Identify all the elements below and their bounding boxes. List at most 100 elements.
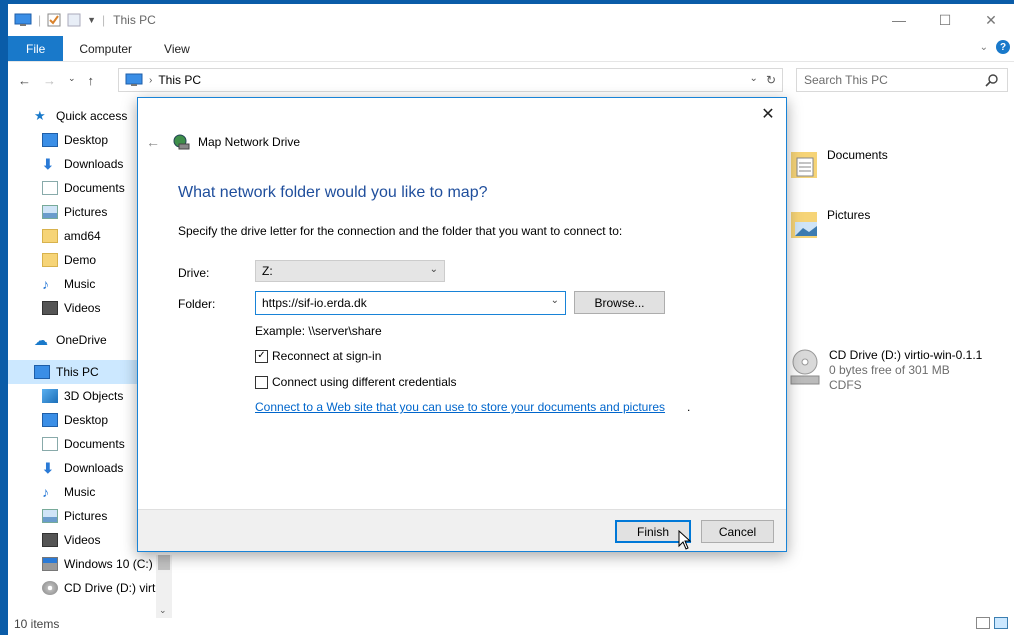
dialog-close-button[interactable]: ✕ — [758, 104, 778, 124]
desktop-icon — [42, 413, 58, 427]
reconnect-label: Reconnect at sign-in — [272, 349, 382, 363]
documents-label: Documents — [827, 148, 888, 162]
documents-tile[interactable]: Documents — [789, 148, 888, 180]
checkbox-checked-icon[interactable]: ✓ — [255, 349, 268, 363]
pictures-label: Pictures — [827, 208, 871, 222]
cd-drive-icon — [42, 581, 58, 595]
cd-drive-icon — [790, 349, 820, 385]
tab-computer[interactable]: Computer — [63, 36, 148, 61]
computer-icon — [34, 365, 50, 379]
videos-icon — [42, 301, 58, 315]
desktop-icon — [42, 133, 58, 147]
back-icon[interactable]: ← — [18, 73, 31, 88]
refresh-icon[interactable]: ↻ — [766, 73, 776, 87]
folder-input[interactable]: https://sif-io.erda.dk ⌄ — [255, 291, 566, 315]
drive-select[interactable]: Z: ⌄ — [255, 260, 445, 282]
cube-icon — [42, 389, 58, 403]
videos-icon — [42, 533, 58, 547]
forward-icon[interactable]: → — [43, 73, 56, 88]
sidebar-item-label: Demo — [64, 253, 97, 267]
folder-icon — [42, 229, 58, 243]
view-toggles — [976, 617, 1008, 629]
tab-view[interactable]: View — [148, 36, 206, 61]
customize-toolbar-icon[interactable]: ▼ — [87, 15, 96, 25]
sidebar-item-label: Music — [64, 277, 96, 291]
credentials-label: Connect using different credentials — [272, 375, 457, 389]
quick-access-toolbar: | ▼ | — [14, 13, 105, 27]
sidebar-item-label: Videos — [64, 301, 101, 315]
sidebar-item-label: This PC — [56, 365, 99, 379]
search-placeholder: Search This PC — [804, 73, 888, 87]
sidebar-item-label: Pictures — [64, 509, 108, 523]
sidebar-item-cd-drive[interactable]: CD Drive (D:) virt — [8, 576, 172, 600]
pictures-folder-icon — [791, 212, 817, 238]
expand-ribbon-icon[interactable]: ⌄ — [980, 42, 988, 53]
ribbon-right-controls: ⌄ ? — [980, 40, 1010, 54]
window-title: This PC — [113, 13, 156, 27]
maximize-button[interactable]: ☐ — [922, 4, 968, 36]
details-view-icon[interactable] — [976, 617, 990, 629]
search-icon — [985, 74, 998, 87]
cd-drive-info: CD Drive (D:) virtio-win-0.1.1 0 bytes f… — [829, 348, 982, 393]
sidebar-item-label: Downloads — [64, 157, 124, 171]
navigation-buttons: ← → ⌄ ↑ — [18, 73, 126, 88]
large-icons-view-icon[interactable] — [994, 617, 1008, 629]
browse-label: Browse... — [594, 295, 645, 310]
cd-drive-fs: CDFS — [829, 378, 862, 392]
cd-drive-name: CD Drive (D:) virtio-win-0.1.1 — [829, 348, 983, 362]
browse-button[interactable]: Browse... — [574, 291, 665, 314]
dialog-back-icon[interactable]: ← — [146, 134, 166, 150]
pictures-icon — [42, 205, 58, 219]
sidebar-item-label: Windows 10 (C:) — [64, 557, 153, 571]
address-bar[interactable]: › This PC ⌄ ↻ — [118, 68, 783, 92]
sidebar-item-label: Documents — [64, 437, 125, 451]
close-window-button[interactable]: ✕ — [968, 4, 1014, 36]
drive-value: Z: — [262, 264, 273, 278]
cd-drive-free: 0 bytes free of 301 MB — [829, 363, 950, 377]
pictures-icon — [42, 509, 58, 523]
help-icon[interactable]: ? — [996, 40, 1010, 54]
finish-label: Finish — [636, 524, 669, 539]
tab-file[interactable]: File — [8, 36, 64, 61]
up-icon[interactable]: ↑ — [88, 73, 95, 88]
chevron-down-icon: ⌄ — [429, 264, 438, 275]
title-bar: | ▼ | This PC — ☐ ✕ — [8, 4, 1014, 36]
chevron-down-icon[interactable]: ⌄ — [551, 295, 559, 306]
dialog-title: Map Network Drive — [198, 135, 301, 149]
document-icon — [42, 181, 58, 195]
computer-icon — [14, 13, 32, 26]
credentials-checkbox[interactable]: Connect using different credentials — [255, 375, 457, 389]
download-icon: ⬇ — [42, 460, 54, 476]
document-icon — [42, 437, 58, 451]
mouse-cursor-icon — [678, 530, 692, 550]
ribbon-tabs: File Computer View ⌄ ? — [8, 36, 1014, 62]
music-icon: ♪ — [42, 276, 49, 292]
sidebar-item-label: 3D Objects — [64, 389, 124, 403]
minimize-button[interactable]: — — [876, 4, 922, 36]
cancel-button[interactable]: Cancel — [701, 520, 774, 543]
properties-icon[interactable] — [47, 13, 61, 27]
pictures-tile[interactable]: Pictures — [789, 208, 870, 240]
sidebar-item-windows-drive[interactable]: Windows 10 (C:) — [8, 552, 172, 576]
search-input[interactable]: Search This PC — [796, 68, 1008, 92]
window-controls: — ☐ ✕ — [876, 4, 1014, 36]
sidebar-item-label: Videos — [64, 533, 101, 547]
breadcrumb[interactable]: This PC — [158, 73, 201, 87]
scrollbar-thumb[interactable] — [158, 555, 170, 570]
music-icon: ♪ — [42, 484, 49, 500]
reconnect-checkbox[interactable]: ✓ Reconnect at sign-in — [255, 349, 381, 363]
new-folder-icon[interactable] — [67, 13, 81, 27]
address-dropdown-icon[interactable]: ⌄ — [750, 73, 758, 87]
sidebar-scrollbar[interactable]: ⌄ — [156, 555, 172, 618]
checkbox-unchecked-icon[interactable] — [255, 375, 268, 389]
folder-label: Folder: — [178, 297, 216, 311]
address-row: ← → ⌄ ↑ › This PC ⌄ ↻ Search This PC — [8, 66, 1014, 94]
sidebar-item-label: CD Drive (D:) virt — [64, 581, 156, 595]
recent-locations-icon[interactable]: ⌄ — [68, 73, 76, 88]
sidebar-item-label: amd64 — [64, 229, 101, 243]
web-site-link[interactable]: Connect to a Web site that you can use t… — [255, 400, 665, 414]
sidebar-item-label: Pictures — [64, 205, 108, 219]
cd-drive-tile[interactable]: CD Drive (D:) virtio-win-0.1.1 0 bytes f… — [789, 348, 982, 393]
folder-value: https://sif-io.erda.dk — [262, 296, 367, 310]
item-count: 10 items — [14, 617, 60, 631]
